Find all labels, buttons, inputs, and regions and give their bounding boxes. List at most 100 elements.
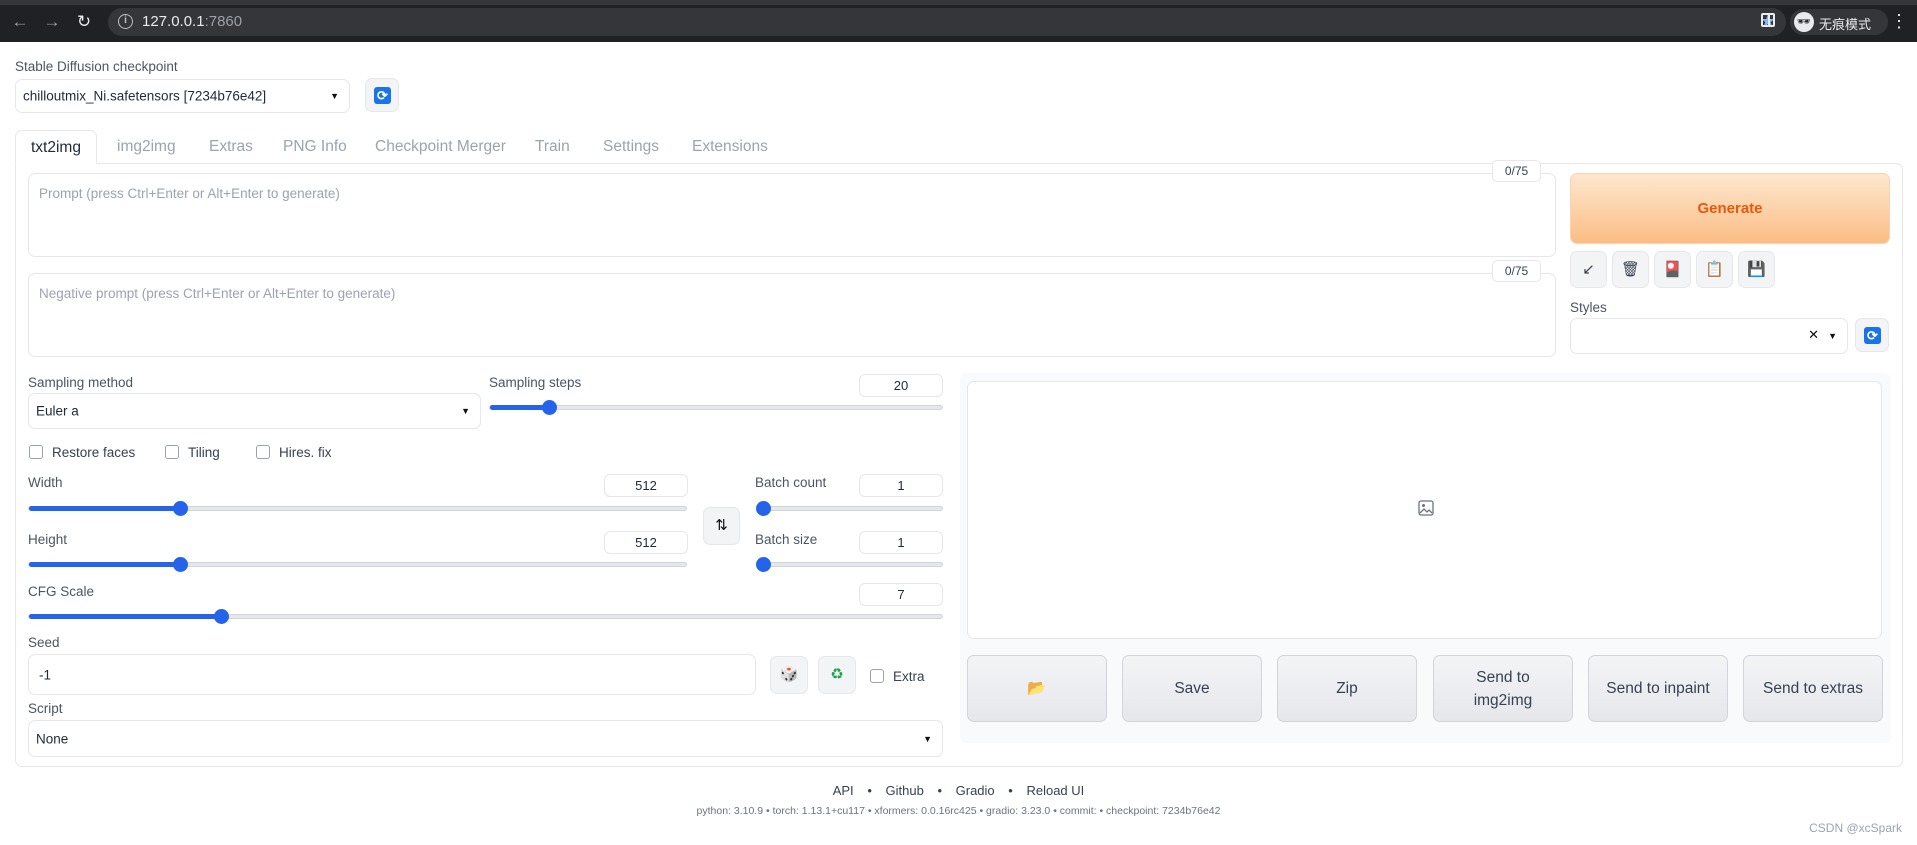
restore-faces-checkbox[interactable] bbox=[29, 445, 43, 459]
batch-count-input[interactable]: 1 bbox=[859, 474, 943, 497]
incognito-label: 无痕模式 bbox=[1819, 18, 1872, 33]
tab-png-info[interactable]: PNG Info bbox=[283, 130, 347, 164]
height-slider[interactable] bbox=[28, 557, 687, 572]
refresh-checkpoint-button[interactable]: ⟳ bbox=[365, 78, 399, 112]
negative-prompt-token-counter: 0/75 bbox=[1492, 260, 1541, 282]
hires-fix-checkbox[interactable] bbox=[256, 445, 270, 459]
width-input[interactable]: 512 bbox=[604, 474, 688, 497]
tab-extras[interactable]: Extras bbox=[209, 130, 253, 164]
separator-dot: • bbox=[1008, 783, 1013, 798]
more-menu-icon[interactable]: ⋮ bbox=[1890, 10, 1908, 32]
seed-value: -1 bbox=[39, 667, 52, 682]
separator-dot: • bbox=[937, 783, 942, 798]
tab-train[interactable]: Train bbox=[535, 130, 570, 164]
tab-txt2img[interactable]: txt2img bbox=[15, 130, 97, 164]
refresh-styles-button[interactable]: ⟳ bbox=[1855, 318, 1889, 352]
negative-prompt-textarea[interactable]: Negative prompt (press Ctrl+Enter or Alt… bbox=[28, 273, 1556, 357]
width-slider[interactable] bbox=[28, 501, 687, 516]
cfg-scale-input[interactable]: 7 bbox=[859, 583, 943, 606]
sampling-steps-label: Sampling steps bbox=[489, 375, 582, 390]
random-seed-button[interactable]: 🎲 bbox=[770, 656, 808, 694]
reuse-seed-button[interactable]: ♻ bbox=[818, 656, 856, 694]
swap-arrows-icon: ⇅ bbox=[715, 517, 728, 534]
incognito-badge[interactable]: 🕶 无痕模式 bbox=[1790, 9, 1888, 35]
hires-fix-label: Hires. fix bbox=[279, 445, 332, 460]
tab-img2img[interactable]: img2img bbox=[117, 130, 176, 164]
styles-select[interactable]: ✕ ▼ bbox=[1570, 318, 1848, 354]
sampling-method-label: Sampling method bbox=[28, 375, 134, 390]
recycle-icon: ♻ bbox=[830, 666, 844, 683]
tab-extensions[interactable]: Extensions bbox=[692, 130, 768, 164]
clipboard-icon[interactable]: 📋 bbox=[1696, 251, 1733, 288]
zip-button[interactable]: Zip bbox=[1277, 655, 1417, 722]
send-to-img2img-line2: img2img bbox=[1473, 691, 1533, 709]
dice-icon: 🎲 bbox=[779, 666, 799, 683]
refresh-icon: ⟳ bbox=[374, 87, 391, 104]
url-host: 127.0.0.1 bbox=[142, 13, 205, 30]
sampling-method-select[interactable]: Euler a ▼ bbox=[28, 393, 481, 429]
tiling-label: Tiling bbox=[188, 445, 220, 460]
send-to-img2img-line1: Send to bbox=[1476, 668, 1530, 686]
seed-label: Seed bbox=[28, 635, 60, 650]
trash-icon[interactable]: 🗑 bbox=[1612, 251, 1649, 288]
checkpoint-select[interactable]: chilloutmix_Ni.safetensors [7234b76e42] … bbox=[15, 79, 350, 113]
open-folder-button[interactable]: 📂 bbox=[967, 655, 1107, 722]
save-icon[interactable]: 💾 bbox=[1738, 251, 1775, 288]
image-placeholder-icon bbox=[1418, 500, 1434, 516]
watermark: CSDN @xcSpark bbox=[1809, 821, 1902, 835]
prompt-placeholder: Prompt (press Ctrl+Enter or Alt+Enter to… bbox=[39, 186, 340, 201]
url-text[interactable]: 127.0.0.1:7860 bbox=[142, 13, 242, 30]
tab-checkpoint-merger[interactable]: Checkpoint Merger bbox=[375, 130, 506, 164]
address-bar[interactable]: i 127.0.0.1:7860 ★ bbox=[108, 8, 1786, 36]
back-icon[interactable]: ← bbox=[10, 12, 30, 32]
chevron-down-icon: ▼ bbox=[461, 406, 470, 416]
swap-dimensions-button[interactable]: ⇅ bbox=[703, 507, 740, 545]
sampling-steps-input[interactable]: 20 bbox=[859, 374, 943, 397]
tab-settings[interactable]: Settings bbox=[603, 130, 659, 164]
checkpoint-label: Stable Diffusion checkpoint bbox=[15, 59, 178, 74]
prompt-textarea[interactable]: Prompt (press Ctrl+Enter or Alt+Enter to… bbox=[28, 173, 1556, 257]
api-link[interactable]: API bbox=[833, 783, 854, 798]
arrow-icon[interactable]: ↙ bbox=[1570, 251, 1607, 288]
reload-ui-link[interactable]: Reload UI bbox=[1026, 783, 1084, 798]
save-button[interactable]: Save bbox=[1122, 655, 1262, 722]
version-info: python: 3.10.9 • torch: 1.13.1+cu117 • x… bbox=[696, 805, 1221, 817]
chevron-down-icon: ▼ bbox=[1828, 331, 1837, 341]
slider-thumb[interactable] bbox=[213, 609, 229, 624]
slider-thumb[interactable] bbox=[756, 557, 771, 572]
gradio-link[interactable]: Gradio bbox=[956, 783, 995, 798]
reload-icon[interactable]: ↻ bbox=[74, 12, 94, 32]
red-card-icon[interactable]: 🎴 bbox=[1654, 251, 1691, 288]
footer: API • Github • Gradio • Reload UI python… bbox=[0, 783, 1917, 817]
checkpoint-value: chilloutmix_Ni.safetensors [7234b76e42] bbox=[23, 88, 267, 104]
chevron-down-icon: ▼ bbox=[923, 733, 932, 744]
chevron-down-icon: ▼ bbox=[330, 91, 339, 101]
output-gallery[interactable] bbox=[967, 381, 1882, 639]
forward-icon[interactable]: → bbox=[42, 12, 62, 32]
extra-seed-checkbox[interactable] bbox=[870, 669, 884, 683]
slider-thumb[interactable] bbox=[541, 400, 557, 415]
footer-links: API • Github • Gradio • Reload UI bbox=[0, 783, 1917, 798]
seed-input[interactable]: -1 bbox=[28, 654, 756, 695]
send-to-extras-button[interactable]: Send to extras bbox=[1743, 655, 1883, 722]
clear-icon[interactable]: ✕ bbox=[1808, 327, 1819, 343]
tiling-checkbox[interactable] bbox=[165, 445, 179, 459]
sampling-steps-slider[interactable] bbox=[489, 400, 943, 415]
slider-thumb[interactable] bbox=[756, 501, 771, 516]
height-input[interactable]: 512 bbox=[604, 531, 688, 554]
batch-size-input[interactable]: 1 bbox=[859, 531, 943, 554]
send-to-inpaint-button[interactable]: Send to inpaint bbox=[1588, 655, 1728, 722]
github-link[interactable]: Github bbox=[886, 783, 924, 798]
site-info-icon[interactable]: i bbox=[118, 14, 133, 29]
generate-button[interactable]: Generate bbox=[1570, 173, 1890, 244]
restore-faces-label: Restore faces bbox=[52, 445, 136, 460]
batch-count-slider[interactable] bbox=[756, 501, 943, 516]
batch-size-slider[interactable] bbox=[756, 557, 943, 572]
script-select[interactable]: None ▼ bbox=[28, 720, 943, 757]
cfg-scale-slider[interactable] bbox=[28, 609, 943, 624]
side-panel-icon[interactable] bbox=[1761, 13, 1775, 27]
script-label: Script bbox=[28, 701, 63, 716]
script-value: None bbox=[36, 731, 69, 746]
send-to-img2img-button[interactable]: Send to img2img bbox=[1433, 655, 1573, 722]
separator-dot: • bbox=[867, 783, 872, 798]
